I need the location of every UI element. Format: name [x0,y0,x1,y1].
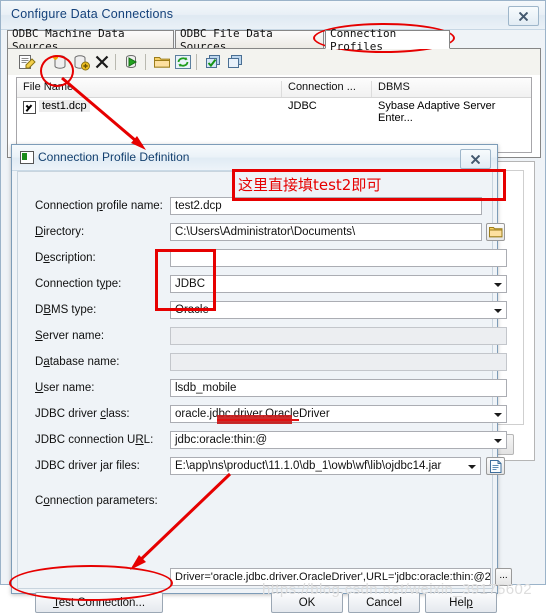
label-dbms-type: DBMS type: [35,304,97,316]
window-title: Configure Data Connections [11,7,174,21]
dialog-app-icon [20,151,34,164]
test-connection-button[interactable]: Test Connection... [35,592,163,613]
browse-jar-files-button[interactable] [486,457,505,475]
tab-label: Connection Profiles [330,26,397,53]
label-directory: Directory: [35,226,85,238]
new-profile-glyph [53,55,66,69]
connection-profiles-list[interactable]: File Name Connection ... DBMS test1.dcp … [16,77,532,153]
toolbar-separator [115,54,116,70]
delete-glyph [95,55,109,69]
open-folder-glyph [154,57,170,68]
deselect-all-icon[interactable] [226,53,244,71]
tab-odbc-file-data-sources[interactable]: ODBC File Data Sources [175,27,324,53]
watermark: https://blog.csdn.net/weixin_39175602 [262,581,532,598]
select-dbms-type-value: Oracle [175,304,209,316]
select-jdbc-driver-jar-files[interactable]: E:\app\ns\product\11.1.0\db_1\owb\wf\lib… [170,457,481,475]
table-row[interactable]: test1.dcp JDBC Sybase Adaptive Server En… [17,98,531,124]
run-icon[interactable] [123,53,141,71]
input-directory[interactable]: C:\Users\Administrator\Documents\ [170,223,482,241]
select-all-icon[interactable] [204,53,222,71]
folder-icon [489,227,503,238]
label-server-name: Server name: [35,330,105,342]
connection-profile-definition-dialog: Connection Profile Definition Connection… [11,144,512,613]
close-icon[interactable] [460,149,491,169]
column-header-dbms[interactable]: DBMS [372,81,533,97]
connection-profiles-panel: File Name Connection ... DBMS test1.dcp … [7,48,541,158]
close-icon[interactable] [508,6,539,26]
annotation-chinese-note: 这里直接填test2即可 [238,176,382,194]
row-connection: JDBC [288,100,317,112]
select-dbms-type[interactable]: Oracle [170,301,507,319]
delete-icon[interactable] [93,53,111,71]
input-database-name[interactable] [170,353,507,371]
row-dbms: Sybase Adaptive Server Enter... [378,100,496,124]
row-checkbox[interactable] [23,101,36,114]
chevron-down-icon [494,309,502,313]
input-connection-profile-name[interactable]: test2.dcp [170,197,482,215]
tab-connection-profiles[interactable]: Connection Profiles [325,27,450,53]
label-description: Description: [35,252,96,264]
tabstrip: ODBC Machine Data Sources ODBC File Data… [7,27,541,53]
label-jdbc-connection-url: JDBC connection URL: [35,434,154,446]
list-header: File Name Connection ... DBMS [17,78,531,98]
add-profile-icon[interactable] [72,53,90,71]
edit-profile-icon[interactable] [18,53,36,71]
chevron-down-icon [494,439,502,443]
chevron-down-icon [494,283,502,287]
input-user-name[interactable]: lsdb_mobile [170,379,507,397]
select-connection-type[interactable]: JDBC [170,275,507,293]
profiles-toolbar [8,49,540,75]
label-user-name: User name: [35,382,95,394]
label-jdbc-driver-jar-files: JDBC driver jar files: [35,460,140,472]
deselect-all-glyph [228,55,242,68]
label-database-name: Database name: [35,356,120,368]
chevron-down-icon [468,465,476,469]
tab-odbc-machine-data-sources[interactable]: ODBC Machine Data Sources [7,27,174,53]
new-profile-icon[interactable] [51,53,69,71]
chevron-down-icon [494,413,502,417]
dialog-body: Connection profile name: test2.dcp Direc… [17,171,512,613]
select-jdbc-connection-url-value: jdbc:oracle:thin:@ [175,434,268,446]
label-connection-profile-name: Connection profile name: [35,200,163,212]
row-file-name: test1.dcp [39,100,90,112]
add-profile-glyph [74,55,90,71]
dialog-titlebar: Connection Profile Definition [12,145,497,171]
input-description[interactable] [170,249,507,267]
column-header-file-name[interactable]: File Name [17,81,282,97]
open-folder-icon[interactable] [153,53,171,71]
file-icon [490,459,502,473]
dialog-title: Connection Profile Definition [38,150,190,164]
select-jdbc-driver-jar-files-value: E:\app\ns\product\11.1.0\db_1\owb\wf\lib… [175,460,442,472]
label-connection-type: Connection type: [35,278,122,290]
label-connection-parameters: Connection parameters: [35,495,158,507]
select-connection-type-value: JDBC [175,278,206,290]
refresh-icon[interactable] [174,53,192,71]
url-redaction-strike [217,419,299,421]
toolbar-separator [145,54,146,70]
select-jdbc-connection-url[interactable]: jdbc:oracle:thin:@ [170,431,507,449]
select-all-glyph [206,55,220,68]
close-glyph [471,154,480,164]
input-server-name[interactable] [170,327,507,345]
toolbar-separator [196,54,197,70]
browse-directory-button[interactable] [486,223,505,241]
label-jdbc-driver-class: JDBC driver class: [35,408,130,420]
run-glyph [126,55,138,68]
refresh-glyph [175,55,191,69]
column-header-connection[interactable]: Connection ... [282,81,372,97]
edit-profile-glyph [19,55,36,69]
close-glyph [519,11,528,21]
